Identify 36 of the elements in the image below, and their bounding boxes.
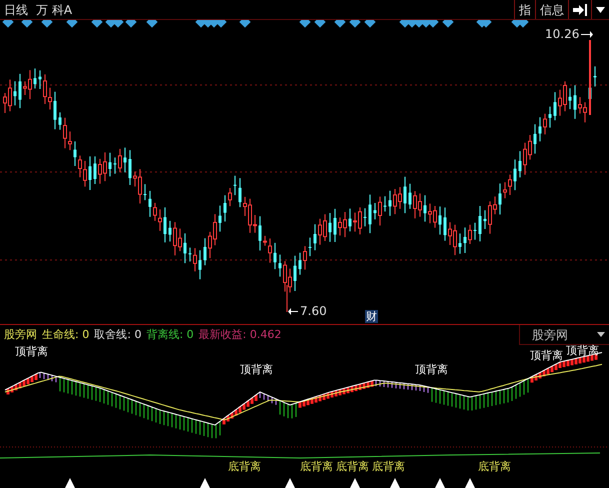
triangle-marker [285, 478, 295, 488]
period-label: 日线 [4, 2, 28, 18]
indicator-field: 最新收益: 0.462 [198, 326, 282, 344]
triangle-marker [200, 478, 210, 488]
bottom-divergence-label: 底背离 [478, 461, 511, 472]
top-divergence-label: 顶背离 [415, 364, 448, 375]
triangle-marker [390, 478, 400, 488]
bottom-divergence-label: 底背离 [228, 461, 261, 472]
indicator-name: 股旁网 [4, 326, 37, 343]
triangle-marker [65, 478, 75, 488]
triangle-marker [435, 478, 445, 488]
low-leader-line [286, 284, 288, 312]
right-arrow-icon [581, 30, 594, 38]
low-price-label: 7.60 [300, 303, 327, 320]
indicator-field: 生命线: 0 [42, 326, 90, 344]
stock-name: 万 科A [36, 2, 72, 18]
caret-icon [596, 6, 605, 12]
bottom-divergence-label: 底背离 [372, 461, 405, 472]
high-price-label: 10.26 [545, 26, 580, 43]
bottom-divergence-label: 底背离 [300, 461, 333, 472]
bottom-divergence-label: 底背离 [336, 461, 369, 472]
triangle-marker [465, 478, 475, 488]
toolbar-button[interactable]: 指 [514, 0, 535, 19]
event-badge: 财 [365, 310, 378, 323]
left-arrow-icon [288, 308, 298, 314]
indicator-field: 背离线: 0 [146, 326, 194, 344]
indicator-selector[interactable]: 股旁网 [519, 325, 609, 345]
triangle-marker [350, 478, 360, 488]
top-divergence-label: 顶背离 [240, 364, 273, 375]
top-divergence-label: 顶背离 [566, 345, 599, 356]
arrow-to-bar-icon [573, 4, 587, 16]
top-divergence-label: 顶背离 [530, 350, 563, 361]
caret-icon [597, 332, 605, 337]
toolbar-button[interactable]: 信息 [535, 0, 568, 19]
top-divergence-label: 顶背离 [15, 346, 48, 357]
indicator-field: 取舍线: 0 [94, 326, 142, 344]
